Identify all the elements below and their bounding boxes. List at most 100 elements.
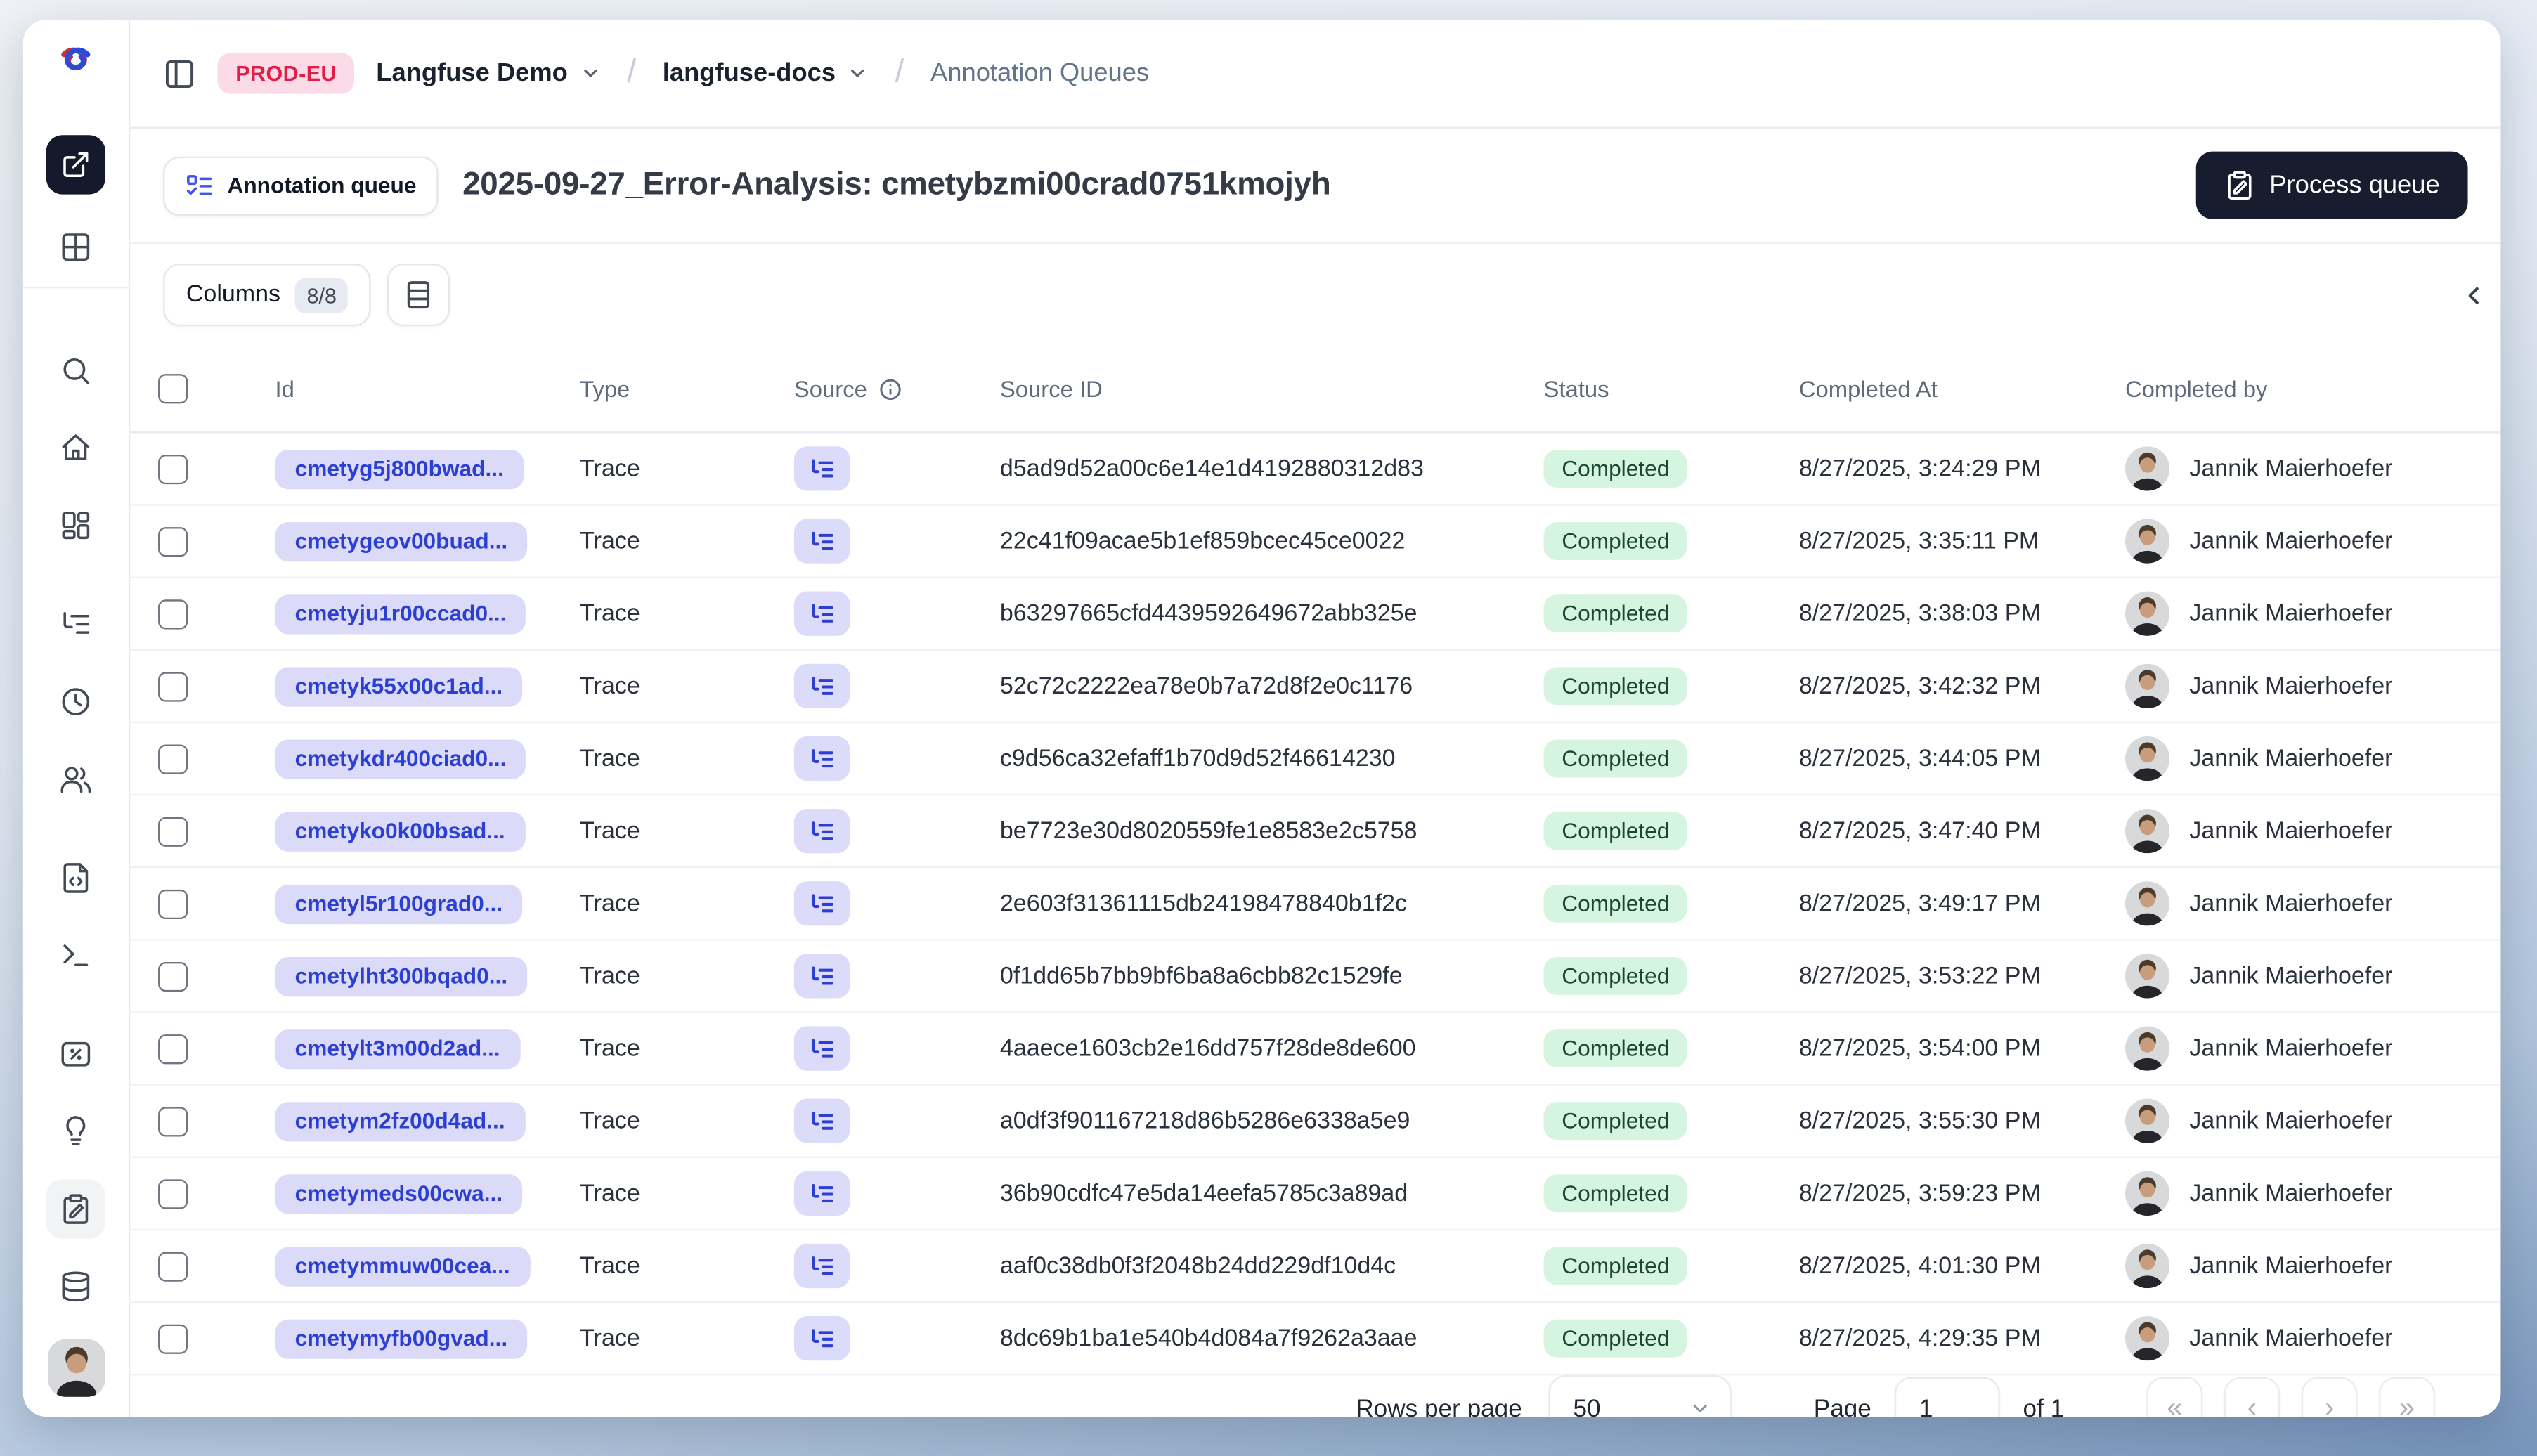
completed-at: 8/27/2025, 3:35:11 PM — [1798, 528, 2039, 554]
process-queue-button[interactable]: Process queue — [2195, 151, 2468, 219]
column-header-type[interactable]: Type — [557, 375, 771, 402]
row-checkbox[interactable] — [158, 453, 188, 484]
row-checkbox[interactable] — [158, 599, 188, 629]
sidebar-item-prompts[interactable] — [59, 862, 92, 895]
last-page-button[interactable]: » — [2378, 1377, 2435, 1417]
first-page-button[interactable]: « — [2146, 1377, 2203, 1417]
item-id-link[interactable]: cmetymeds00cwa... — [275, 1174, 523, 1214]
row-height-button[interactable] — [387, 264, 450, 327]
table-row[interactable]: cmetymmuw00cea... Trace aaf0c38db0f3f204… — [130, 1230, 2501, 1304]
item-id-link[interactable]: cmetykdr400ciad0... — [275, 739, 526, 779]
columns-button[interactable]: Columns 8/8 — [163, 264, 372, 327]
item-id-link[interactable]: cmetylt3m00d2ad... — [275, 1028, 520, 1069]
column-header-source[interactable]: Source — [771, 375, 977, 402]
table-row[interactable]: cmetyg5j800bwad... Trace d5ad9d52a00c6e1… — [130, 434, 2501, 506]
completed-at: 8/27/2025, 3:38:03 PM — [1798, 600, 2041, 627]
collapse-panel-button[interactable] — [2450, 272, 2496, 318]
table-row[interactable]: cmetymeds00cwa... Trace 36b90cdfc47e5da1… — [130, 1158, 2501, 1231]
sidebar-item-playground[interactable] — [59, 939, 92, 972]
sidebar-item-search[interactable] — [59, 354, 92, 387]
sidebar-item-insights[interactable] — [59, 1115, 92, 1148]
column-header-status[interactable]: Status — [1521, 375, 1776, 402]
source-trace-button[interactable] — [793, 663, 850, 708]
row-checkbox[interactable] — [158, 526, 188, 557]
source-trace-button[interactable] — [793, 591, 850, 636]
sidebar-item-home[interactable] — [59, 431, 92, 464]
table-grid-icon — [62, 233, 90, 261]
breadcrumb: PROD-EU Langfuse Demo / langfuse-docs / … — [130, 20, 2501, 129]
completed-by-name: Jannik Maierhoefer — [2189, 890, 2393, 917]
select-all-checkbox[interactable] — [158, 374, 188, 404]
item-id-link[interactable]: cmetyg5j800bwad... — [275, 448, 524, 489]
table-row[interactable]: cmetylt3m00d2ad... Trace 4aaece1603cb2e1… — [130, 1013, 2501, 1086]
item-id-link[interactable]: cmetygeov00buad... — [275, 521, 528, 561]
column-header-source-id[interactable]: Source ID — [977, 375, 1521, 402]
table-row[interactable]: cmetyl5r100grad0... Trace 2e603f31361115… — [130, 868, 2501, 941]
trace-tree-icon — [812, 821, 833, 840]
page-input[interactable] — [1894, 1377, 2000, 1417]
table-row[interactable]: cmetykdr400ciad0... Trace c9d56ca32efaff… — [130, 723, 2501, 796]
panel-left-icon[interactable] — [163, 57, 196, 90]
table-row[interactable]: cmetyju1r00ccad0... Trace b63297665cfd44… — [130, 578, 2501, 651]
row-checkbox[interactable] — [158, 1323, 188, 1353]
row-checkbox[interactable] — [158, 1178, 188, 1209]
table-row[interactable]: cmetyko0k00bsad... Trace be7723e30d80205… — [130, 795, 2501, 869]
table-row[interactable]: cmetym2fz00d4ad... Trace a0df3f901167218… — [130, 1086, 2501, 1158]
item-id-link[interactable]: cmetyju1r00ccad0... — [275, 594, 526, 634]
source-trace-button[interactable] — [793, 1026, 850, 1071]
sidebar-item-tracing[interactable] — [59, 608, 92, 641]
source-trace-button[interactable] — [793, 881, 850, 926]
avatar — [2124, 446, 2170, 491]
user-avatar[interactable] — [46, 1339, 105, 1397]
source-trace-button[interactable] — [793, 954, 850, 999]
item-id-link[interactable]: cmetyl5r100grad0... — [275, 883, 523, 923]
table-row[interactable]: cmetylht300bqad0... Trace 0f1dd65b7bb9bf… — [130, 941, 2501, 1013]
item-id-link[interactable]: cmetyko0k00bsad... — [275, 811, 525, 851]
source-trace-button[interactable] — [793, 446, 850, 491]
item-id-link[interactable]: cmetyk55x00c1ad... — [275, 666, 523, 706]
sidebar-item-datasets[interactable] — [59, 1270, 92, 1303]
breadcrumb-project[interactable]: langfuse-docs — [663, 58, 869, 88]
row-checkbox[interactable] — [158, 671, 188, 701]
source-trace-button[interactable] — [793, 1171, 850, 1216]
next-page-button[interactable]: › — [2301, 1377, 2358, 1417]
breadcrumb-org[interactable]: Langfuse Demo — [376, 58, 600, 88]
trace-tree-icon — [812, 1110, 833, 1129]
table-row[interactable]: cmetyk55x00c1ad... Trace 52c72c2222ea78e… — [130, 651, 2501, 724]
row-checkbox[interactable] — [158, 961, 188, 992]
row-checkbox[interactable] — [158, 1106, 188, 1136]
source-trace-button[interactable] — [793, 736, 850, 781]
open-external-button[interactable] — [46, 135, 106, 195]
prev-page-button[interactable]: ‹ — [2224, 1377, 2280, 1417]
row-checkbox[interactable] — [158, 743, 188, 774]
trace-tree-icon — [812, 531, 833, 550]
source-trace-button[interactable] — [793, 1243, 850, 1289]
rows-per-page-value: 50 — [1573, 1394, 1601, 1417]
row-checkbox[interactable] — [158, 1033, 188, 1064]
source-trace-button[interactable] — [793, 1315, 850, 1361]
table-row[interactable]: cmetymyfb00gvad... Trace 8dc69b1ba1e540b… — [130, 1303, 2501, 1376]
sidebar-item-users[interactable] — [59, 762, 92, 795]
item-id-link[interactable]: cmetym2fz00d4ad... — [275, 1101, 525, 1141]
row-checkbox[interactable] — [158, 816, 188, 846]
sidebar-item-annotation-queues[interactable] — [46, 1179, 106, 1239]
sidebar-item-evaluation[interactable] — [59, 1038, 92, 1071]
source-trace-button[interactable] — [793, 519, 850, 564]
row-checkbox[interactable] — [158, 1251, 188, 1281]
table-view-button[interactable] — [59, 230, 92, 264]
sidebar-item-sessions[interactable] — [59, 685, 92, 718]
source-trace-button[interactable] — [793, 808, 850, 854]
column-header-id[interactable]: Id — [252, 375, 557, 402]
sidebar-item-dashboard[interactable] — [59, 509, 92, 542]
row-checkbox[interactable] — [158, 888, 188, 918]
item-id-link[interactable]: cmetymyfb00gvad... — [275, 1318, 528, 1358]
external-link-icon — [63, 152, 89, 177]
table-body: cmetyg5j800bwad... Trace d5ad9d52a00c6e1… — [130, 434, 2501, 1376]
column-header-completed-at[interactable]: Completed At — [1776, 375, 2102, 402]
rows-per-page-select[interactable]: 50 — [1548, 1375, 1732, 1417]
table-row[interactable]: cmetygeov00buad... Trace 22c41f09acae5b1… — [130, 506, 2501, 578]
item-id-link[interactable]: cmetylht300bqad0... — [275, 956, 528, 996]
source-trace-button[interactable] — [793, 1098, 850, 1143]
item-id-link[interactable]: cmetymmuw00cea... — [275, 1246, 530, 1286]
column-header-completed-by[interactable]: Completed by — [2102, 375, 2500, 402]
